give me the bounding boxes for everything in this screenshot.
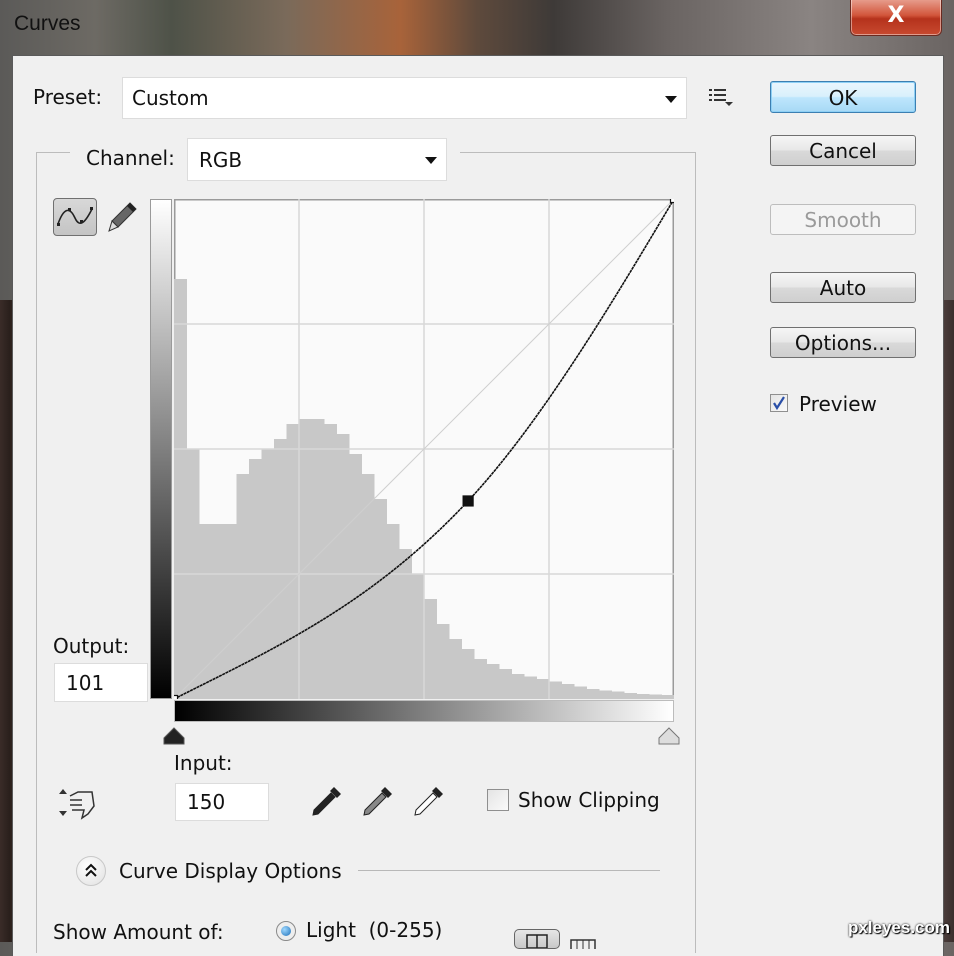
histogram-bin (661, 695, 674, 699)
output-gradient-bar (150, 199, 172, 699)
histogram-bin (561, 684, 575, 699)
histogram-bin (499, 669, 512, 699)
show-clipping-label: Show Clipping (518, 788, 660, 812)
black-point-eyedropper-icon (312, 787, 341, 816)
grid-4x4-icon (526, 934, 548, 949)
channel-dropdown[interactable]: RGB (187, 138, 447, 181)
curve-display-options-toggle[interactable] (76, 856, 106, 886)
histogram-bin (549, 681, 562, 699)
histogram-bin (411, 574, 425, 699)
options-button[interactable]: Options... (770, 327, 916, 358)
curves-graph[interactable] (174, 199, 674, 699)
gray-point-eyedropper-icon (363, 787, 392, 816)
targeted-adjustment-button[interactable] (58, 786, 98, 824)
histogram-bin (211, 524, 225, 699)
histogram-bin (486, 664, 500, 699)
histogram-bin (649, 694, 662, 699)
histogram-bin (586, 689, 600, 699)
histogram-bin (511, 674, 525, 699)
histogram-bin (349, 454, 362, 699)
white-point-eyedropper-icon (414, 787, 443, 816)
pencil-tool-icon (108, 202, 137, 232)
gray-point-eyedropper-button[interactable] (361, 784, 395, 822)
grid-10x10-icon (570, 939, 596, 951)
smooth-button[interactable]: Smooth (770, 204, 916, 235)
light-radio[interactable] (276, 921, 296, 941)
histogram-bin (174, 279, 187, 699)
output-value: 101 (66, 671, 105, 695)
preview-label: Preview (799, 392, 877, 416)
output-field[interactable]: 101 (54, 663, 148, 702)
histogram-bin (286, 424, 300, 699)
preview-checkbox[interactable] (770, 394, 788, 412)
radio-dot (281, 926, 291, 936)
channel-label: Channel: (86, 146, 175, 170)
histogram-bin (574, 686, 587, 699)
histogram-bin (611, 691, 625, 699)
histogram-bin (624, 693, 637, 699)
histogram-bin (474, 659, 487, 699)
preset-label: Preset: (33, 85, 103, 109)
chevron-down-icon (425, 157, 437, 164)
preset-options-menu-icon[interactable] (708, 86, 734, 108)
histogram-bin (636, 694, 650, 699)
control-point[interactable] (174, 694, 179, 700)
histogram-bin (424, 599, 437, 699)
watermark: pxleyes.com (847, 918, 950, 937)
input-value: 150 (187, 790, 226, 814)
ok-button[interactable]: OK (770, 81, 916, 113)
input-gradient-bar (174, 700, 674, 722)
histogram-bin (249, 459, 262, 699)
simple-grid-button[interactable] (514, 929, 560, 949)
targeted-adjustment-hand-icon (59, 789, 95, 820)
curve-display-options-label: Curve Display Options (119, 859, 342, 883)
black-point-eyedropper-button[interactable] (310, 784, 344, 822)
checkmark-icon (773, 396, 785, 411)
histogram-bin (461, 649, 475, 699)
light-radio-label: Light (0-255) (306, 918, 443, 942)
histogram-bin (336, 434, 350, 699)
histogram-bin (274, 439, 287, 699)
auto-button[interactable]: Auto (770, 272, 916, 303)
cancel-button[interactable]: Cancel (770, 135, 916, 166)
histogram-bin (324, 424, 337, 699)
white-triangle-icon (658, 727, 680, 745)
close-button[interactable]: X (850, 0, 942, 36)
histogram-bin (449, 639, 462, 699)
chevron-down-icon (665, 96, 677, 103)
selected-control-point[interactable] (462, 495, 474, 507)
channel-value: RGB (199, 148, 243, 172)
output-label: Output: (53, 634, 130, 658)
black-point-slider[interactable] (162, 726, 186, 750)
black-triangle-icon (163, 727, 185, 745)
histogram-bin (599, 690, 612, 699)
histogram-bin (236, 474, 250, 699)
detailed-grid-button[interactable] (570, 934, 598, 953)
curve-point-tool-icon (57, 207, 93, 226)
curve-point-tool-button[interactable] (53, 198, 97, 236)
histogram-bin (524, 676, 537, 699)
preset-value: Custom (132, 86, 209, 110)
histogram-bin (299, 419, 312, 699)
control-point[interactable] (669, 199, 675, 204)
white-point-slider[interactable] (657, 726, 681, 750)
input-label: Input: (174, 751, 233, 775)
histogram-bin (436, 624, 450, 699)
white-point-eyedropper-button[interactable] (412, 784, 446, 822)
close-icon: X (887, 3, 905, 28)
histogram-bin (374, 499, 387, 699)
section-divider (358, 870, 660, 871)
window-title: Curves (14, 12, 81, 35)
show-amount-label: Show Amount of: (53, 920, 224, 944)
show-clipping-checkbox[interactable] (487, 789, 509, 811)
double-chevron-up-icon (85, 863, 97, 877)
pencil-tool-button[interactable] (106, 200, 138, 234)
preset-dropdown[interactable]: Custom (122, 77, 687, 119)
histogram-bin (386, 524, 400, 699)
input-field[interactable]: 150 (175, 783, 269, 821)
histogram-bin (399, 549, 412, 699)
histogram-bin (536, 679, 550, 699)
